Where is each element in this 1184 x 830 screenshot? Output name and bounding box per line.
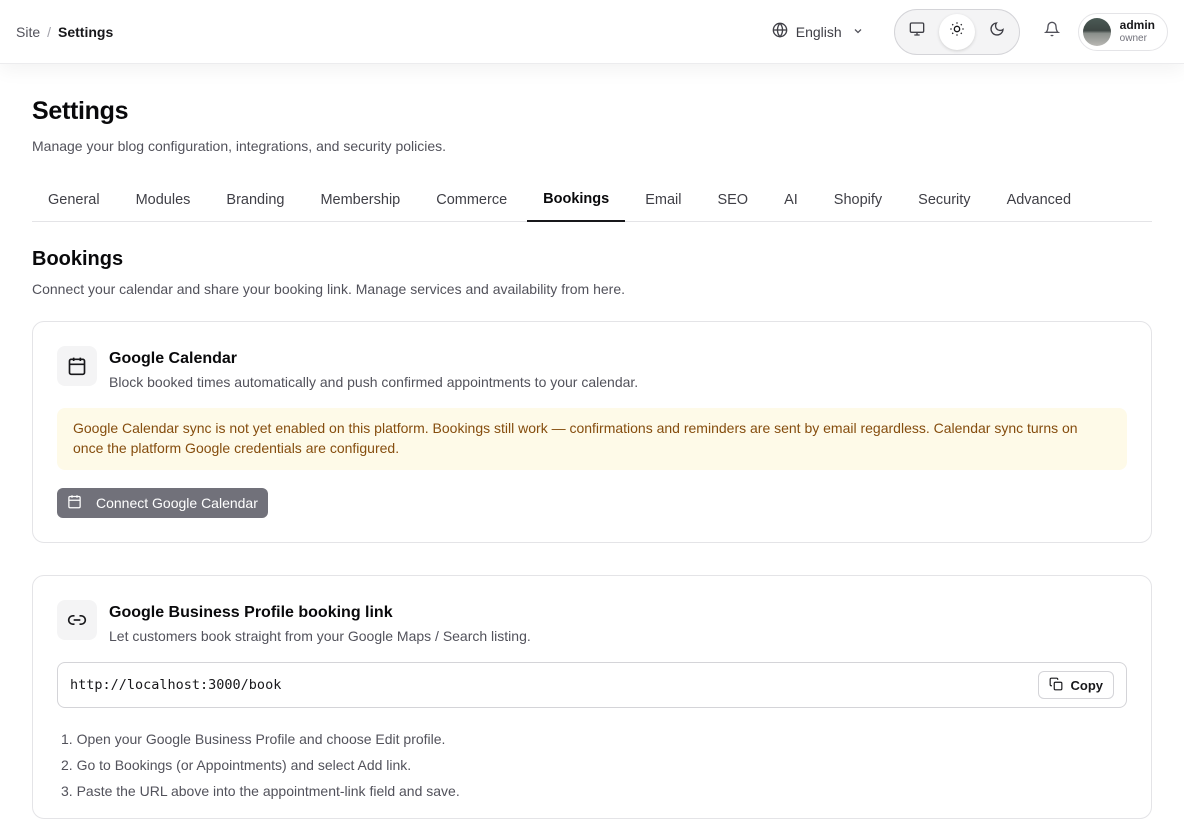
tab-bookings[interactable]: Bookings xyxy=(527,178,626,222)
google-calendar-description: Block booked times automatically and pus… xyxy=(109,374,639,390)
business-profile-card: Google Business Profile booking link Let… xyxy=(32,575,1152,819)
theme-switcher xyxy=(893,8,1020,55)
booking-url: http://localhost:3000/book xyxy=(70,677,282,693)
theme-system-button[interactable] xyxy=(899,14,935,50)
tab-general[interactable]: General xyxy=(32,178,116,222)
list-item: 3. Paste the URL above into the appointm… xyxy=(61,783,460,799)
page-subtitle: Manage your blog configuration, integrat… xyxy=(32,138,447,154)
list-item: 1. Open your Google Business Profile and… xyxy=(61,731,446,747)
tab-modules[interactable]: Modules xyxy=(120,178,207,222)
tab-advanced[interactable]: Advanced xyxy=(991,178,1088,222)
theme-dark-button[interactable] xyxy=(979,14,1015,50)
tab-ai[interactable]: AI xyxy=(768,178,814,222)
link-icon xyxy=(57,600,97,640)
tab-email[interactable]: Email xyxy=(629,178,697,222)
copy-button[interactable]: Copy xyxy=(1037,671,1114,699)
connect-google-calendar-button[interactable]: Connect Google Calendar xyxy=(57,488,268,518)
sun-icon xyxy=(949,21,965,42)
user-menu[interactable]: admin owner xyxy=(1077,12,1168,51)
business-profile-description: Let customers book straight from your Go… xyxy=(109,628,531,644)
calendar-icon xyxy=(57,346,97,386)
calendar-icon xyxy=(67,494,96,512)
top-bar: Site / Settings English admin owner xyxy=(0,0,1184,64)
section-subtitle: Connect your calendar and share your boo… xyxy=(32,281,625,297)
main-content: Settings Manage your blog configuration,… xyxy=(32,64,1152,819)
user-name: admin xyxy=(1119,18,1155,33)
copy-label: Copy xyxy=(1070,677,1104,693)
breadcrumb: Site / Settings xyxy=(16,24,113,40)
moon-icon xyxy=(989,21,1005,42)
page-title: Settings xyxy=(32,97,129,125)
copy-icon xyxy=(1049,677,1071,694)
booking-url-field[interactable]: http://localhost:3000/book Copy xyxy=(57,662,1127,708)
tab-shopify[interactable]: Shopify xyxy=(818,178,898,222)
google-calendar-card: Google Calendar Block booked times autom… xyxy=(32,321,1152,543)
bell-icon xyxy=(1043,21,1060,42)
user-role: owner xyxy=(1119,32,1147,44)
tab-membership[interactable]: Membership xyxy=(304,178,416,222)
settings-tabs: General Modules Branding Membership Comm… xyxy=(32,178,1152,222)
calendar-sync-notice: Google Calendar sync is not yet enabled … xyxy=(57,408,1127,470)
language-label: English xyxy=(795,23,842,40)
breadcrumb-site-link[interactable]: Site xyxy=(16,24,40,40)
setup-steps: 1. Open your Google Business Profile and… xyxy=(57,726,1127,804)
tab-branding[interactable]: Branding xyxy=(210,178,300,222)
business-profile-title: Google Business Profile booking link xyxy=(109,604,393,621)
google-calendar-title: Google Calendar xyxy=(109,350,238,367)
monitor-icon xyxy=(909,21,925,42)
tab-commerce[interactable]: Commerce xyxy=(420,178,523,222)
globe-icon xyxy=(772,22,796,41)
breadcrumb-current: Settings xyxy=(58,23,114,40)
breadcrumb-separator: / xyxy=(47,23,52,40)
section-title: Bookings xyxy=(32,248,124,270)
language-selector[interactable]: English xyxy=(772,22,872,41)
list-item: 2. Go to Bookings (or Appointments) and … xyxy=(61,757,412,773)
avatar xyxy=(1082,17,1111,46)
tab-security[interactable]: Security xyxy=(902,178,986,222)
theme-light-button[interactable] xyxy=(938,13,975,50)
chevron-down-icon xyxy=(852,24,872,40)
tab-seo[interactable]: SEO xyxy=(701,178,764,222)
connect-google-calendar-label: Connect Google Calendar xyxy=(96,495,258,511)
notifications-button[interactable] xyxy=(1034,14,1070,50)
